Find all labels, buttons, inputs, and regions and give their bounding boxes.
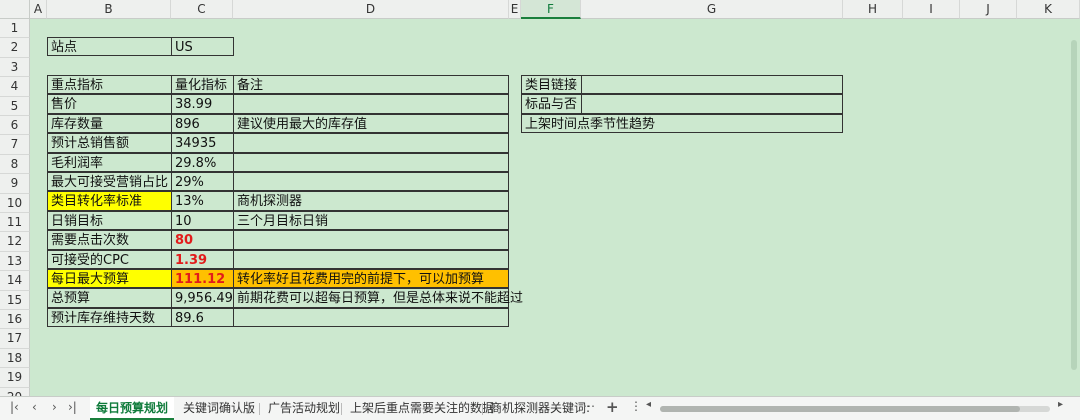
cell-b11[interactable]: 日销目标: [47, 210, 172, 231]
cell-d8[interactable]: [233, 152, 509, 172]
tab-keyword-confirm[interactable]: 关键词确认版: [177, 397, 261, 420]
add-sheet-icon[interactable]: +: [606, 398, 619, 416]
column-header-e[interactable]: E: [509, 0, 521, 19]
column-header-f[interactable]: F: [521, 0, 581, 19]
column-header-c[interactable]: C: [171, 0, 233, 19]
cell-d10[interactable]: 商机探测器: [233, 191, 509, 211]
cell-d13[interactable]: [233, 249, 509, 269]
row-header-10[interactable]: 10: [0, 193, 30, 213]
tab-opportunity-keywords[interactable]: 商机探测器关键词:: [484, 397, 596, 420]
tab-daily-budget[interactable]: 每日预算规划: [90, 397, 175, 420]
cell-c11[interactable]: 10: [171, 210, 234, 231]
cell-b2[interactable]: 站点: [47, 37, 172, 57]
cell-c12[interactable]: 80: [171, 230, 234, 250]
tab-post-launch-data[interactable]: 上架后重点需要关注的数据: [344, 397, 500, 420]
cell-b13[interactable]: 可接受的CPC: [47, 249, 172, 269]
row-header-20[interactable]: 20: [0, 387, 30, 396]
row-header-13[interactable]: 13: [0, 251, 30, 272]
cell-f5[interactable]: 标品与否: [521, 94, 582, 114]
row-header-14[interactable]: 14: [0, 271, 30, 291]
cell-c13[interactable]: 1.39: [171, 249, 234, 269]
column-header-i[interactable]: I: [903, 0, 960, 19]
tabbar-splitter-icon[interactable]: ⋮: [630, 399, 642, 413]
vertical-scrollbar[interactable]: [1071, 40, 1077, 370]
cell-b5[interactable]: 售价: [47, 94, 172, 114]
row-header-2[interactable]: 2: [0, 38, 30, 58]
horizontal-scrollbar[interactable]: [660, 406, 1050, 412]
last-sheet-icon[interactable]: ›|: [68, 400, 77, 414]
row-header-3[interactable]: 3: [0, 57, 30, 78]
column-header-h[interactable]: H: [843, 0, 903, 19]
cell-d9[interactable]: [233, 172, 509, 192]
table-header-value[interactable]: 量化指标: [171, 75, 234, 95]
cell-g4[interactable]: [581, 75, 843, 95]
cell-b10[interactable]: 类目转化率标准: [47, 191, 172, 211]
row-header-9[interactable]: 9: [0, 174, 30, 194]
next-sheet-icon[interactable]: ›: [52, 400, 57, 414]
spreadsheet-grid[interactable]: ABCDEFGHIJK 1 2 3 4 5 6 7 8 9 10 11 12 13 14 15 16 17 18 1…: [0, 0, 1080, 396]
row-header-8[interactable]: 8: [0, 154, 30, 175]
cell-b14[interactable]: 每日最大预算: [47, 269, 172, 289]
column-header-g[interactable]: G: [581, 0, 843, 19]
cell-c6[interactable]: 896: [171, 113, 234, 134]
row-header-17[interactable]: 17: [0, 329, 30, 349]
column-header-j[interactable]: J: [960, 0, 1017, 19]
row-header-15[interactable]: 15: [0, 290, 30, 310]
cell-b16[interactable]: 预计库存维持天数: [47, 307, 172, 328]
scrollbar-thumb[interactable]: [660, 406, 1020, 412]
cell-b9[interactable]: 最大可接受营销占比: [47, 172, 172, 192]
cell-c7[interactable]: 34935: [171, 133, 234, 153]
row-header-16[interactable]: 16: [0, 310, 30, 330]
cell-f6[interactable]: 上架时间点季节性趋势: [521, 113, 843, 134]
cell-b6[interactable]: 库存数量: [47, 113, 172, 134]
cell-c5[interactable]: 38.99: [171, 94, 234, 114]
sheet-tab-bar: |‹ ‹ › ›| 每日预算规划 关键词确认版 广告活动规划 上架后重点需要关注…: [0, 396, 1080, 420]
column-header-d[interactable]: D: [233, 0, 509, 19]
cell-c2[interactable]: US: [171, 37, 234, 57]
cell-d6[interactable]: 建议使用最大的库存值: [233, 113, 509, 134]
cell-b8[interactable]: 毛利润率: [47, 152, 172, 172]
more-tabs-icon[interactable]: ⋯: [583, 399, 595, 413]
row-header-4[interactable]: 4: [0, 77, 30, 97]
row-header-5[interactable]: 5: [0, 96, 30, 116]
scroll-left-icon[interactable]: ◂: [646, 399, 651, 410]
table-header-note[interactable]: 备注: [233, 75, 509, 95]
cell-c16[interactable]: 89.6: [171, 307, 234, 328]
cell-c14[interactable]: 111.12: [171, 269, 234, 289]
cell-b15[interactable]: 总预算: [47, 288, 172, 308]
cell-f4[interactable]: 类目链接: [521, 75, 582, 95]
cell-g5[interactable]: [581, 94, 843, 114]
cell-d14[interactable]: 转化率好且花费用完的前提下，可以加预算: [233, 269, 509, 289]
prev-sheet-icon[interactable]: ‹: [32, 400, 37, 414]
column-header-k[interactable]: K: [1017, 0, 1080, 19]
tab-ad-campaign[interactable]: 广告活动规划: [262, 397, 346, 420]
first-sheet-icon[interactable]: |‹: [10, 400, 19, 414]
column-header-a[interactable]: A: [30, 0, 47, 19]
cell-c10[interactable]: 13%: [171, 191, 234, 211]
cell-b7[interactable]: 预计总销售额: [47, 133, 172, 153]
cell-d5[interactable]: [233, 94, 509, 114]
cell-c15[interactable]: 9,956.49: [171, 288, 234, 308]
row-header-7[interactable]: 7: [0, 135, 30, 155]
cell-d11[interactable]: 三个月目标日销: [233, 210, 509, 231]
cell-d12[interactable]: [233, 230, 509, 250]
column-header-b[interactable]: B: [47, 0, 171, 19]
row-header-12[interactable]: 12: [0, 232, 30, 252]
row-header-11[interactable]: 11: [0, 213, 30, 233]
row-header-6[interactable]: 6: [0, 116, 30, 136]
cell-c9[interactable]: 29%: [171, 172, 234, 192]
scroll-right-icon[interactable]: ▸: [1058, 399, 1063, 410]
cell-d7[interactable]: [233, 133, 509, 153]
select-all-corner[interactable]: [0, 0, 30, 19]
cell-d16[interactable]: [233, 307, 509, 328]
cell-b12[interactable]: 需要点击次数: [47, 230, 172, 250]
cell-c8[interactable]: 29.8%: [171, 152, 234, 172]
row-header-19[interactable]: 19: [0, 368, 30, 388]
row-header-1[interactable]: 1: [0, 19, 30, 39]
table-header-metric[interactable]: 重点指标: [47, 75, 172, 95]
row-header-18[interactable]: 18: [0, 348, 30, 369]
cell-d15[interactable]: 前期花费可以超每日预算，但是总体来说不能超过: [233, 288, 523, 308]
